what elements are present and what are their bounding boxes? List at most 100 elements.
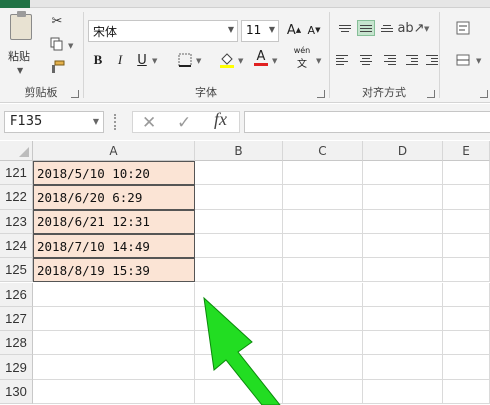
cell-c[interactable] — [283, 379, 363, 404]
decrease-font-size-icon[interactable]: A ▼ — [306, 20, 322, 40]
font-size-box[interactable]: 11 ▼ — [241, 20, 279, 42]
cell-d[interactable] — [363, 209, 443, 234]
paste-icon[interactable] — [10, 11, 32, 40]
row-header[interactable]: 127 — [0, 306, 33, 332]
cell-b[interactable] — [195, 161, 283, 186]
wrap-text-icon[interactable] — [454, 18, 472, 38]
column-header-c[interactable]: C — [283, 141, 363, 161]
align-center-icon[interactable] — [357, 52, 375, 68]
cell-c[interactable] — [283, 233, 363, 259]
cell-a[interactable]: 2018/5/10 10:20 — [33, 161, 195, 186]
cell-d[interactable] — [363, 355, 443, 380]
cell-b[interactable] — [195, 379, 283, 404]
format-painter-icon[interactable] — [46, 58, 68, 76]
row-header[interactable]: 128 — [0, 331, 33, 356]
merge-cells-icon[interactable] — [454, 50, 472, 70]
paste-button-label[interactable]: 粘贴 — [8, 48, 30, 64]
cell-d[interactable] — [363, 282, 443, 307]
cell-d[interactable] — [363, 185, 443, 210]
underline-dropdown-icon[interactable]: ▼ — [152, 57, 157, 65]
clipboard-launcher-icon[interactable] — [71, 90, 79, 98]
cell-d[interactable] — [363, 331, 443, 356]
phonetic-guide-icon[interactable]: wén 文 — [290, 46, 314, 70]
cell-b[interactable] — [195, 306, 283, 332]
cell-d[interactable] — [363, 306, 443, 332]
insert-function-icon[interactable]: fx — [214, 109, 227, 130]
name-box-dropdown-icon[interactable]: ▼ — [93, 117, 99, 126]
cell-e[interactable] — [443, 282, 490, 307]
cell-c[interactable] — [283, 258, 363, 283]
cancel-icon[interactable]: ✕ — [142, 113, 156, 133]
number-launcher-icon[interactable] — [480, 90, 488, 98]
top-align-icon[interactable] — [336, 20, 354, 36]
cell-e[interactable] — [443, 355, 490, 380]
underline-button[interactable]: U — [134, 50, 150, 70]
cell-e[interactable] — [443, 379, 490, 404]
cell-a[interactable] — [33, 331, 195, 356]
cell-d[interactable] — [363, 233, 443, 259]
row-header[interactable]: 125 — [0, 258, 33, 283]
cell-e[interactable] — [443, 233, 490, 259]
cell-b[interactable] — [195, 209, 283, 234]
select-all-corner[interactable] — [0, 141, 33, 161]
bottom-align-icon[interactable] — [378, 20, 396, 36]
cell-d[interactable] — [363, 258, 443, 283]
column-header-a[interactable]: A — [33, 141, 195, 161]
copy-icon[interactable] — [46, 35, 68, 53]
row-header[interactable]: 126 — [0, 282, 33, 307]
font-color-icon[interactable]: A — [252, 48, 270, 68]
row-header[interactable]: 130 — [0, 379, 33, 404]
italic-button[interactable]: I — [112, 50, 128, 70]
cell-b[interactable] — [195, 331, 283, 356]
cell-d[interactable] — [363, 379, 443, 404]
cell-c[interactable] — [283, 185, 363, 210]
cell-e[interactable] — [443, 258, 490, 283]
align-right-icon[interactable] — [378, 52, 396, 68]
cell-e[interactable] — [443, 306, 490, 332]
row-header[interactable]: 122 — [0, 185, 33, 210]
file-tab[interactable] — [0, 0, 30, 8]
font-size-dropdown-icon[interactable]: ▼ — [269, 25, 275, 34]
paste-dropdown-icon[interactable]: ▼ — [17, 66, 23, 75]
row-header[interactable]: 124 — [0, 233, 33, 259]
row-header[interactable]: 123 — [0, 209, 33, 234]
increase-indent-icon[interactable] — [420, 52, 438, 68]
cell-a[interactable] — [33, 355, 195, 380]
fill-color-dropdown-icon[interactable]: ▼ — [238, 57, 243, 65]
cell-b[interactable] — [195, 282, 283, 307]
cell-c[interactable] — [283, 355, 363, 380]
bold-button[interactable]: B — [90, 50, 106, 70]
font-name-box[interactable]: 宋体 ▼ — [88, 20, 238, 42]
cell-a[interactable] — [33, 282, 195, 307]
cell-c[interactable] — [283, 209, 363, 234]
column-header-b[interactable]: B — [195, 141, 283, 161]
align-left-icon[interactable] — [336, 52, 354, 68]
cell-c[interactable] — [283, 331, 363, 356]
cell-a[interactable] — [33, 306, 195, 332]
cell-a[interactable]: 2018/7/10 14:49 — [33, 233, 195, 259]
formula-input[interactable] — [244, 111, 490, 133]
cell-c[interactable] — [283, 306, 363, 332]
middle-align-icon[interactable] — [357, 20, 375, 36]
copy-dropdown-icon[interactable]: ▼ — [68, 42, 73, 50]
font-launcher-icon[interactable] — [317, 90, 325, 98]
cell-d[interactable] — [363, 161, 443, 186]
cut-icon[interactable]: ✂ — [46, 12, 68, 30]
enter-icon[interactable]: ✓ — [177, 113, 191, 133]
cell-e[interactable] — [443, 209, 490, 234]
cell-a[interactable]: 2018/6/20 6:29 — [33, 185, 195, 210]
increase-font-size-icon[interactable]: A ▲ — [286, 20, 302, 40]
cell-b[interactable] — [195, 258, 283, 283]
name-box[interactable]: F135 ▼ — [4, 111, 104, 133]
cell-a[interactable]: 2018/6/21 12:31 — [33, 209, 195, 234]
orientation-icon[interactable]: ab↗ — [397, 18, 424, 38]
font-name-dropdown-icon[interactable]: ▼ — [228, 25, 234, 34]
phonetic-dropdown-icon[interactable]: ▼ — [316, 57, 321, 65]
decrease-indent-icon[interactable] — [400, 52, 418, 68]
cell-c[interactable] — [283, 282, 363, 307]
formula-bar-grip[interactable] — [114, 114, 118, 130]
alignment-launcher-icon[interactable] — [427, 90, 435, 98]
cell-b[interactable] — [195, 233, 283, 259]
border-icon[interactable] — [176, 50, 194, 70]
cell-e[interactable] — [443, 161, 490, 186]
